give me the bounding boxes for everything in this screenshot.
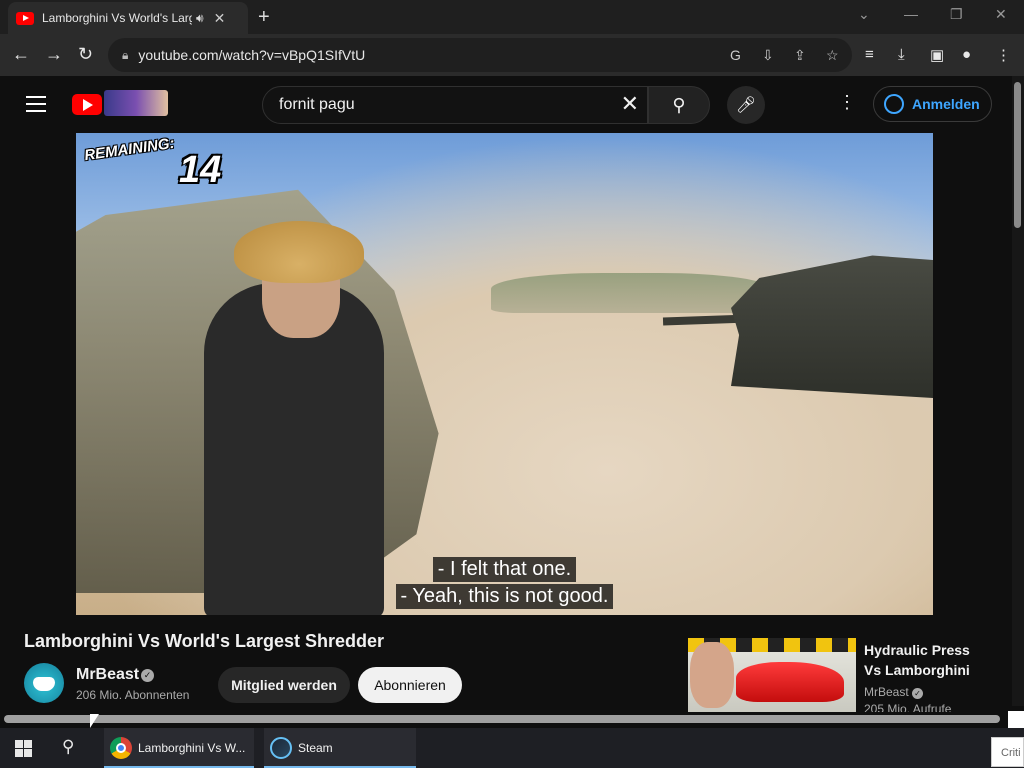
browser-tab-strip: Lamborghini Vs World's Larg 🔊︎ ✕ + ⌄ — ❐… — [0, 0, 1024, 34]
youtube-logo-icon[interactable] — [72, 94, 102, 115]
forward-arrow-icon[interactable]: → — [45, 44, 63, 65]
taskbar-item-label: Lamborghini Vs W... — [138, 741, 246, 755]
address-bar[interactable]: 🔒︎ youtube.com/watch?v=vBpQ1SIfVtU G ⇩ ⇪… — [108, 38, 852, 72]
chevron-down-icon[interactable]: ⌄ — [858, 6, 870, 23]
sign-in-button[interactable]: Anmelden — [873, 86, 992, 122]
recommended-video-channel: MrBeast ✓ — [864, 685, 924, 699]
share-icon[interactable]: ⇪ — [794, 47, 806, 64]
browser-menu-icon[interactable]: ⋮ — [996, 46, 1011, 64]
taskbar-search-icon[interactable]: ⚲ — [62, 737, 74, 757]
search-button[interactable]: ⚲ — [648, 86, 710, 124]
taskbar-item-chrome[interactable]: Lamborghini Vs W... — [104, 728, 254, 768]
google-lens-icon[interactable]: G — [730, 47, 741, 63]
hamburger-menu-icon[interactable] — [26, 96, 46, 112]
scrollbar-corner — [1008, 711, 1024, 728]
tab-title: Lamborghini Vs World's Larg — [42, 11, 192, 25]
recommended-video-thumbnail[interactable] — [688, 638, 856, 712]
vertical-scrollbar-thumb[interactable] — [1014, 82, 1021, 228]
search-query[interactable]: fornit pagu — [279, 96, 355, 114]
youtube-favicon-icon — [16, 11, 34, 25]
taskbar-item-label: Steam — [298, 741, 333, 755]
join-button[interactable]: Mitglied werden — [218, 667, 350, 703]
subscriber-count: 206 Mio. Abonnenten — [76, 688, 190, 702]
back-arrow-icon[interactable]: ← — [12, 44, 30, 65]
sign-in-label: Anmelden — [912, 96, 980, 112]
windows-start-icon[interactable] — [15, 740, 32, 757]
remaining-label: REMAINING: — [83, 134, 176, 165]
mouse-cursor-icon — [90, 714, 99, 728]
youtube-doodle[interactable] — [104, 90, 168, 116]
subtitles: - I felt that one. - Yeah, this is not g… — [76, 556, 933, 610]
subtitle-line: - I felt that one. — [432, 557, 577, 582]
lock-icon[interactable]: 🔒︎ — [122, 48, 128, 63]
channel-name[interactable]: MrBeast — [76, 666, 139, 684]
recommended-video-views: 205 Mio. Aufrufe — [864, 702, 952, 712]
verified-check-icon: ✓ — [912, 688, 924, 699]
subtitle-line: - Yeah, this is not good. — [395, 584, 614, 609]
channel-avatar[interactable] — [24, 663, 64, 703]
vertical-scrollbar[interactable] — [1012, 76, 1024, 706]
youtube-header: fornit pagu ✕ ⚲ 🎤︎ ⋮ Anmelden — [0, 76, 1012, 133]
horizontal-scrollbar-thumb[interactable] — [4, 715, 1000, 723]
speaker-icon[interactable]: 🔊︎ — [196, 11, 204, 26]
download-icon[interactable]: ⤓ — [898, 46, 905, 63]
video-scene-hat — [234, 221, 364, 283]
video-scene-trees — [491, 273, 771, 313]
horizontal-scrollbar[interactable] — [0, 712, 1024, 726]
window-close-icon[interactable]: ✕ — [995, 6, 1007, 23]
thumbnail-face — [690, 642, 734, 708]
microphone-icon: 🎤︎ — [735, 97, 757, 114]
browser-toolbar: ← → ↻ 🔒︎ youtube.com/watch?v=vBpQ1SIfVtU… — [0, 34, 1024, 76]
clear-search-icon[interactable]: ✕ — [621, 91, 639, 117]
voice-search-button[interactable]: 🎤︎ — [727, 86, 765, 124]
profile-icon[interactable]: ● — [962, 46, 971, 63]
video-player[interactable]: REMAINING: 14 - I felt that one. - Yeah,… — [76, 133, 933, 615]
bookmark-star-icon[interactable]: ☆ — [826, 47, 839, 64]
minimize-icon[interactable]: — — [904, 6, 918, 22]
windows-taskbar: ⚲ Lamborghini Vs W... Steam — [0, 728, 1024, 768]
side-panel-icon[interactable]: ▣ — [930, 46, 944, 64]
account-icon — [884, 94, 904, 114]
remaining-count: 14 — [179, 149, 222, 191]
recommended-video-title[interactable]: Hydraulic Press Vs Lamborghini — [864, 640, 984, 680]
video-title: Lamborghini Vs World's Largest Shredder — [24, 631, 385, 651]
media-control-icon[interactable]: ≡ — [865, 46, 874, 63]
browser-tab-active[interactable]: Lamborghini Vs World's Larg 🔊︎ ✕ — [8, 2, 248, 34]
search-icon: ⚲ — [672, 94, 686, 115]
video-scene-tank-right — [731, 255, 933, 398]
verified-check-icon: ✓ — [141, 669, 154, 682]
tray-popup[interactable]: Criti — [991, 737, 1024, 767]
search-input[interactable]: fornit pagu ✕ — [262, 86, 648, 124]
restore-icon[interactable]: ❐ — [950, 6, 963, 23]
tab-close-icon[interactable]: ✕ — [214, 10, 226, 27]
thumbnail-car — [736, 662, 844, 702]
taskbar-item-steam[interactable]: Steam — [264, 728, 416, 768]
new-tab-icon[interactable]: + — [258, 6, 270, 29]
steam-icon — [270, 737, 292, 759]
settings-kebab-icon[interactable]: ⋮ — [838, 92, 856, 113]
chrome-icon — [110, 737, 132, 759]
reload-icon[interactable]: ↻ — [78, 44, 93, 65]
subscribe-button[interactable]: Abonnieren — [358, 667, 462, 703]
install-app-icon[interactable]: ⇩ — [762, 47, 774, 64]
address-url[interactable]: youtube.com/watch?v=vBpQ1SIfVtU — [138, 47, 365, 63]
